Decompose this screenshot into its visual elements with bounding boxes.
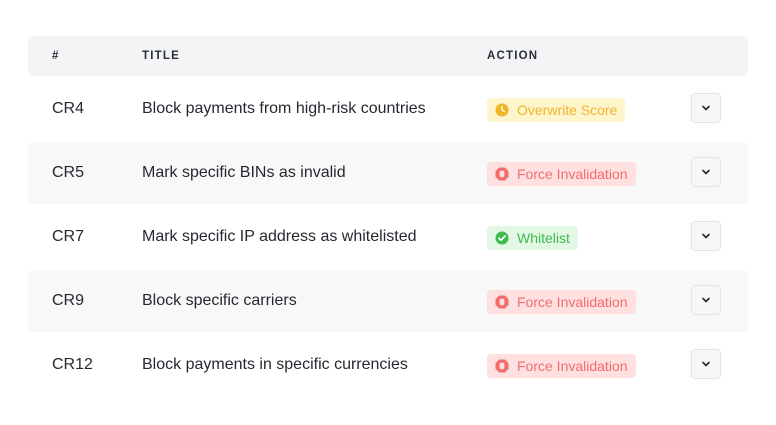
action-badge: Force Invalidation — [487, 290, 636, 314]
action-badge: Overwrite Score — [487, 98, 626, 122]
chevron-down-icon — [702, 297, 710, 303]
table-row: CR7 Mark specific IP address as whitelis… — [28, 206, 748, 268]
action-badge: Force Invalidation — [487, 354, 636, 378]
chevron-down-icon — [702, 361, 710, 367]
expand-row-button[interactable] — [691, 157, 721, 187]
action-label: Force Invalidation — [517, 294, 628, 310]
chevron-down-icon — [702, 105, 710, 111]
column-header-title: TITLE — [142, 50, 180, 62]
column-header-action: ACTION — [487, 50, 539, 62]
action-label: Whitelist — [517, 230, 570, 246]
rule-id: CR4 — [52, 100, 85, 117]
check-circle-icon — [495, 231, 509, 245]
rule-title: Mark specific IP address as whitelisted — [142, 228, 417, 245]
action-badge: Force Invalidation — [487, 162, 636, 186]
rule-id: CR12 — [52, 356, 93, 373]
rule-title: Block specific carriers — [142, 292, 297, 309]
action-label: Force Invalidation — [517, 358, 628, 374]
table-row: CR5 Mark specific BINs as invalid Force … — [28, 142, 748, 204]
table-row: CR4 Block payments from high-risk countr… — [28, 78, 748, 140]
table-row: CR12 Block payments in specific currenci… — [28, 334, 748, 396]
rule-id: CR5 — [52, 164, 85, 181]
table-row: CR9 Block specific carriers Force Invali… — [28, 270, 748, 332]
action-label: Overwrite Score — [517, 102, 618, 118]
clock-circle-icon — [495, 103, 509, 117]
rules-table: # TITLE ACTION CR4 Block payments from h… — [28, 36, 748, 379]
rule-title: Mark specific BINs as invalid — [142, 164, 346, 181]
action-label: Force Invalidation — [517, 166, 628, 182]
expand-row-button[interactable] — [691, 221, 721, 251]
chevron-down-icon — [702, 233, 710, 239]
rule-title: Block payments from high-risk countries — [142, 100, 426, 117]
rule-id: CR9 — [52, 292, 85, 309]
stop-hand-icon — [495, 167, 509, 181]
column-header-id: # — [52, 50, 60, 62]
expand-row-button[interactable] — [691, 349, 721, 379]
stop-hand-icon — [495, 359, 509, 373]
rule-title: Block payments in specific currencies — [142, 356, 408, 373]
expand-row-button[interactable] — [691, 93, 721, 123]
expand-row-button[interactable] — [691, 285, 721, 315]
rule-id: CR7 — [52, 228, 85, 245]
action-badge: Whitelist — [487, 226, 578, 250]
chevron-down-icon — [702, 169, 710, 175]
table-header: # TITLE ACTION — [28, 36, 748, 76]
stop-hand-icon — [495, 295, 509, 309]
